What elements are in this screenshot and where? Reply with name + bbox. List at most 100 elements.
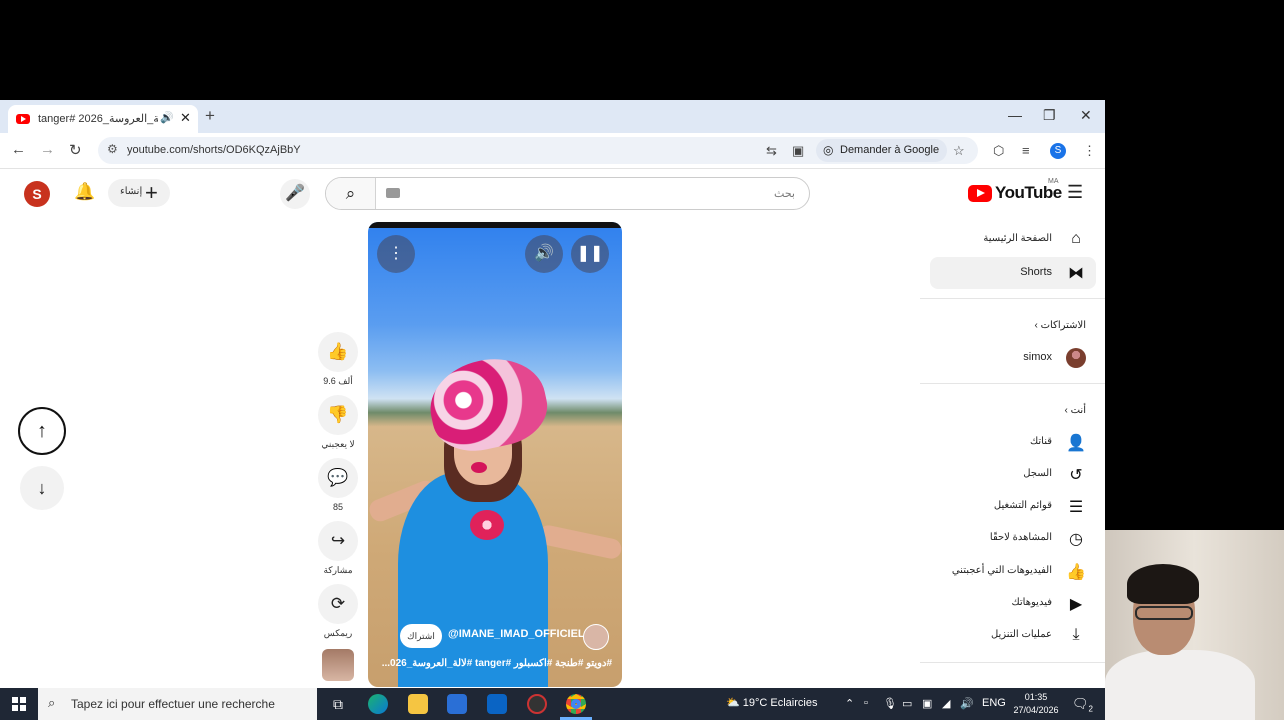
cast-icon[interactable]: ▣ (792, 143, 804, 159)
browser-menu-icon[interactable]: ⋮ (1083, 143, 1096, 159)
browser-window: tanger# 2026_لالة_العروسة# 🔊 ✕ + — ❐ ✕ ←… (0, 100, 1105, 688)
sidebar-item-simox[interactable]: simox (930, 342, 1096, 374)
subscribe-button[interactable]: اشتراك (400, 624, 442, 648)
windows-logo-pane (12, 705, 18, 711)
speaker-icon[interactable]: 🔊 (160, 111, 174, 124)
wifi-icon[interactable]: ◢ (942, 697, 950, 710)
browser-tab[interactable]: tanger# 2026_لالة_العروسة# 🔊 ✕ (8, 105, 198, 133)
windows-logo-pane (20, 705, 26, 711)
like-action[interactable]: 👍 9.6 ألف (318, 332, 358, 387)
subscriptions-header[interactable]: ‹ الاشتراكات (1034, 320, 1086, 331)
sidebar-item-label: الفيديوهات التي أعجبتني (951, 565, 1052, 576)
webcam-person-glasses (1135, 606, 1193, 620)
dislike-action[interactable]: 👎 لا يعجبني (318, 395, 358, 450)
comment-icon[interactable]: 💬 (318, 458, 358, 498)
display-icon[interactable]: ▣ (922, 697, 932, 710)
webcam-person-hair (1127, 564, 1199, 604)
notifications-bell-icon[interactable]: 🔔 (74, 182, 95, 202)
app-icon[interactable] (527, 694, 547, 714)
store-icon[interactable] (447, 694, 467, 714)
video-title[interactable]: #دويتو #طنجة #اكسبلور #tanger #لالة_العر… (380, 658, 612, 669)
sidebar-item-downloads[interactable]: عمليات التنزيل ⤓ (930, 620, 1096, 652)
video-more-options-icon[interactable]: ⋮ (377, 235, 415, 273)
thumbs-up-icon: 👍 (1066, 564, 1086, 581)
sidebar-item-your-videos[interactable]: فيديوهاتك ▶ (930, 588, 1096, 620)
sidebar-item-history[interactable]: السجل ↺ (930, 459, 1096, 491)
share-arrow-icon[interactable]: ↪ (318, 521, 358, 561)
video-figure-mouth (471, 462, 487, 473)
mail-icon[interactable] (487, 694, 507, 714)
sidebar-item-playlists[interactable]: قوائم التشغيل ☰ (930, 491, 1096, 523)
youtube-favicon-icon (16, 114, 30, 124)
microphone-icon[interactable]: 🎙 (883, 697, 897, 710)
sidebar-item-shorts[interactable]: Shorts ⧓ (930, 257, 1096, 289)
short-video-player[interactable]: ⋮ 🔊 ❚❚ اشتراك @IMANE_IMAD_OFFICIEL #دويت… (368, 222, 622, 687)
sidebar-item-label: قناتك (1029, 436, 1052, 447)
url-text[interactable]: youtube.com/shorts/OD6KQzAjBbY (127, 144, 301, 156)
pause-icon[interactable]: ❚❚ (571, 235, 609, 273)
reload-icon[interactable]: ↻ (69, 141, 82, 159)
channel-avatar (1066, 348, 1086, 368)
sound-thumbnail[interactable] (322, 649, 354, 681)
previous-short-button[interactable]: ↑ (18, 407, 66, 455)
channel-avatar[interactable] (583, 624, 609, 650)
sidebar-item-liked-videos[interactable]: الفيديوهات التي أعجبتني 👍 (930, 556, 1096, 588)
you-header[interactable]: ‹ أنت (1065, 405, 1087, 416)
sidebar-item-label: السجل (1023, 468, 1052, 479)
forward-arrow-icon[interactable]: → (40, 141, 55, 158)
remix-action[interactable]: ⟳ ريمكس (318, 584, 358, 639)
comments-action[interactable]: 💬 85 (318, 458, 358, 512)
account-avatar[interactable]: S (24, 181, 50, 207)
extension-icon[interactable]: ⬡ (993, 143, 1004, 159)
taskbar-search-box[interactable]: ⌕ Tapez ici pour effectuer une recherche (38, 688, 317, 720)
channel-name-link[interactable]: @IMANE_IMAD_OFFICIEL (448, 628, 585, 640)
voice-search-mic-icon[interactable]: 🎤 (280, 179, 310, 209)
browser-profile-avatar[interactable]: S (1050, 143, 1066, 159)
create-button[interactable]: إنشاء + (108, 179, 170, 207)
tray-chevron-icon[interactable]: ⌃ (845, 697, 854, 710)
battery-icon[interactable]: ▭ (902, 697, 912, 710)
share-action[interactable]: ↪ مشاركة (318, 521, 358, 576)
tray-app-icon[interactable]: ▫ (864, 697, 868, 709)
media-controls-icon[interactable]: ≡ (1022, 143, 1030, 158)
sidebar-divider (920, 662, 1105, 663)
sidebar-item-home[interactable]: الصفحة الرئيسية ⌂ (930, 224, 1096, 256)
language-indicator[interactable]: ENG (982, 697, 1006, 709)
weather-cloud-icon: ⛅ (726, 697, 743, 709)
remix-label: ريمكس (323, 628, 353, 638)
restore-button[interactable]: ❐ (1043, 107, 1056, 124)
volume-icon[interactable]: 🔊 (525, 235, 563, 273)
bookmark-star-icon[interactable]: ☆ (953, 143, 965, 159)
windows-start-icon[interactable] (12, 697, 26, 711)
sidebar-item-watch-later[interactable]: المشاهدة لاحقًا ◷ (930, 523, 1096, 555)
sidebar-item-your-channel[interactable]: قناتك 👤 (930, 427, 1096, 459)
search-button-icon[interactable]: ⌕ (326, 178, 376, 209)
dislike-thumb-icon[interactable]: 👎 (318, 395, 358, 435)
edge-browser-icon[interactable] (368, 694, 388, 714)
tab-close-button[interactable]: ✕ (180, 110, 191, 126)
hamburger-menu-icon[interactable]: ☰ (1067, 182, 1083, 203)
back-arrow-icon[interactable]: ← (11, 141, 26, 158)
notification-center-icon[interactable]: 🗨2 (1072, 696, 1093, 714)
minimize-button[interactable]: — (1008, 107, 1022, 123)
volume-tray-icon[interactable]: 🔊 (960, 697, 974, 710)
remix-icon[interactable]: ⟳ (318, 584, 358, 624)
search-box[interactable]: ⌕ بحث (325, 177, 810, 210)
video-play-icon: ▶ (1069, 596, 1083, 613)
close-window-button[interactable]: ✕ (1080, 107, 1092, 124)
file-explorer-icon[interactable] (408, 694, 428, 714)
sidebar-item-label: عمليات التنزيل (990, 629, 1052, 640)
keyboard-icon[interactable] (386, 188, 400, 198)
ask-google-button[interactable]: ◎ Demander à Google (816, 139, 948, 162)
next-short-button[interactable]: ↓ (20, 466, 64, 510)
weather-widget[interactable]: ⛅ 19°C Eclaircies (726, 696, 817, 709)
like-thumb-icon[interactable]: 👍 (318, 332, 358, 372)
translate-icon[interactable]: ⇆ (766, 143, 777, 159)
you-label: أنت (1070, 405, 1086, 416)
site-info-icon[interactable]: ⚙ (107, 142, 118, 156)
new-tab-button[interactable]: + (205, 106, 215, 126)
task-view-icon[interactable]: ⧉ (328, 694, 348, 714)
taskbar-clock[interactable]: 01:35 27/04/2026 (1010, 691, 1062, 717)
chrome-icon[interactable] (566, 694, 586, 714)
youtube-wordmark: YouTube (995, 183, 1062, 202)
